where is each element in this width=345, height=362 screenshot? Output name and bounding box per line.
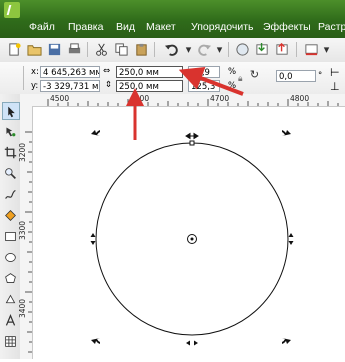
mirror-horizontal-icon[interactable]: ⊢ xyxy=(330,66,340,79)
vertical-ruler[interactable]: 3200 3300 3400 xyxy=(18,106,33,359)
rotation-field[interactable]: 0,0 xyxy=(276,70,316,82)
open-folder-icon[interactable] xyxy=(26,41,43,58)
height-field[interactable]: 250,0 мм xyxy=(116,80,183,92)
scale-x-field[interactable]: 94,9 xyxy=(188,66,220,78)
search-content-icon[interactable] xyxy=(234,41,251,58)
menu-edit[interactable]: Правка xyxy=(68,21,103,33)
freehand-tool-icon[interactable] xyxy=(2,186,18,202)
undo-dropdown-icon[interactable]: ▾ xyxy=(180,41,197,58)
x-position-field[interactable]: 4 645,263 мм xyxy=(40,66,100,78)
redo-dropdown-icon[interactable]: ▾ xyxy=(211,41,228,58)
undo-icon[interactable] xyxy=(163,41,180,58)
table-tool-icon[interactable] xyxy=(2,333,18,349)
paste-icon[interactable] xyxy=(133,41,150,58)
ruler-label-3300: 3300 xyxy=(18,220,28,241)
ruler-label-3400: 3400 xyxy=(18,298,28,319)
ruler-label-4700: 4700 xyxy=(210,94,230,103)
rotation-handles xyxy=(91,130,291,344)
ruler-label-4500: 4500 xyxy=(50,94,70,103)
percent-y-label: % xyxy=(228,81,237,91)
toolbar-separator xyxy=(228,42,229,57)
rotate-icon: ↻ xyxy=(249,68,260,81)
new-document-icon[interactable] xyxy=(6,41,23,58)
height-icon: ⇕ xyxy=(105,80,113,90)
zoom-tool-icon[interactable] xyxy=(2,165,18,181)
ruler-label-4800: 4800 xyxy=(290,94,310,103)
toolbar-separator xyxy=(296,42,297,57)
scale-y-field[interactable]: 125,3 xyxy=(188,80,220,92)
cut-icon[interactable] xyxy=(93,41,110,58)
skew-handle-top-icon xyxy=(185,132,199,140)
center-marker-icon xyxy=(187,234,197,244)
toolbar-separator xyxy=(87,42,88,57)
property-bar-grip xyxy=(3,66,24,90)
basic-shapes-icon[interactable] xyxy=(2,291,18,307)
shape-tool-icon[interactable] xyxy=(2,123,18,139)
percent-x-label: % xyxy=(228,67,237,77)
rotate-handle-top-left-icon xyxy=(91,130,100,136)
rotate-handle-bottom-left-icon xyxy=(91,338,100,344)
ruler-label-3200: 3200 xyxy=(18,142,28,163)
x-label: x: xyxy=(31,67,39,77)
copy-icon[interactable] xyxy=(113,41,130,58)
publish-dropdown-icon[interactable]: ▾ xyxy=(318,41,335,58)
canvas-drawing xyxy=(90,130,294,346)
save-icon[interactable] xyxy=(46,41,63,58)
import-icon[interactable] xyxy=(254,41,271,58)
text-tool-icon[interactable] xyxy=(2,312,18,328)
menu-bitmap[interactable]: Растр xyxy=(318,21,345,33)
rectangle-tool-icon[interactable] xyxy=(2,228,18,244)
rotate-handle-top-right-icon xyxy=(282,130,291,136)
menu-layout[interactable]: Макет xyxy=(146,21,176,33)
mirror-vertical-icon[interactable]: ⊥ xyxy=(330,80,340,93)
toolbar-separator xyxy=(154,42,155,57)
polygon-tool-icon[interactable] xyxy=(2,270,18,286)
top-node-icon xyxy=(189,140,195,146)
skew-handle-left-icon xyxy=(90,233,96,245)
crop-tool-icon[interactable] xyxy=(2,144,18,160)
rotate-handle-bottom-right-icon xyxy=(282,338,291,344)
lock-ratio-icon[interactable]: 🔒︎ xyxy=(238,74,243,84)
skew-handle-bottom-icon xyxy=(186,340,198,346)
pick-tool-icon[interactable] xyxy=(2,102,20,120)
export-icon[interactable] xyxy=(274,41,291,58)
print-icon[interactable] xyxy=(66,41,83,58)
menu-view[interactable]: Вид xyxy=(116,21,135,33)
menu-effects[interactable]: Эффекты xyxy=(263,21,311,33)
y-position-field[interactable]: -3 329,731 мм xyxy=(40,80,100,92)
property-bar: x: 4 645,263 мм y: -3 329,731 мм ⇔ 250,0… xyxy=(0,62,345,95)
standard-toolbar: ▾ ▾ ▾ xyxy=(0,38,345,63)
skew-handle-right-icon xyxy=(288,233,294,245)
drawing-canvas[interactable] xyxy=(33,107,345,359)
width-icon: ⇔ xyxy=(103,66,111,76)
app-logo-icon xyxy=(4,2,20,18)
width-field[interactable]: 250,0 мм xyxy=(116,66,183,78)
horizontal-ruler[interactable]: 4500 4600 4700 4800 xyxy=(20,94,345,107)
ellipse-tool-icon[interactable] xyxy=(2,249,18,265)
menu-file[interactable]: Файл xyxy=(29,21,55,33)
menu-arrange[interactable]: Упорядочить xyxy=(191,21,253,33)
degree-label: ° xyxy=(318,71,323,81)
ruler-label-4600: 4600 xyxy=(130,94,150,103)
smart-fill-icon[interactable] xyxy=(2,207,18,223)
y-label: y: xyxy=(31,81,39,91)
menu-bar: Файл Правка Вид Макет Упорядочить Эффект… xyxy=(0,0,345,38)
